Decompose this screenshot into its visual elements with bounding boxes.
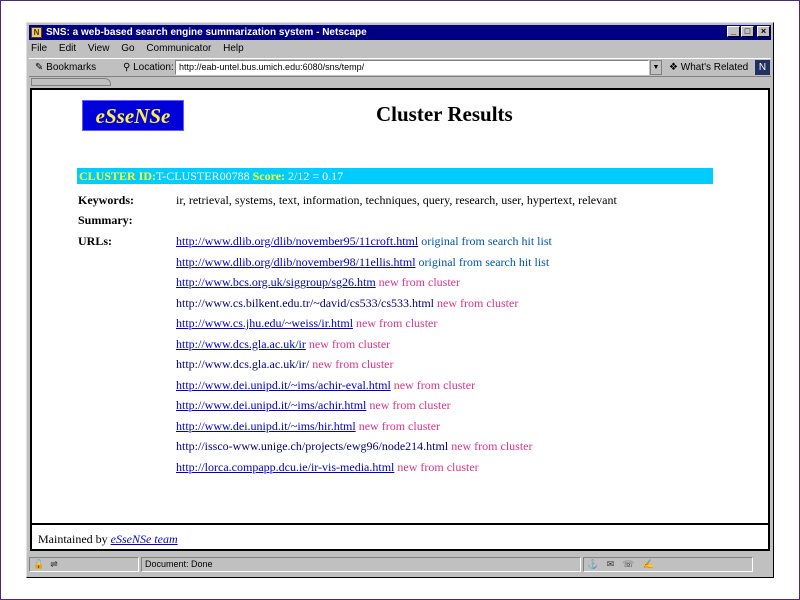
source-tag: original from search hit list bbox=[421, 234, 552, 248]
page-proxy-icon[interactable]: ⚲ bbox=[123, 62, 133, 73]
url-list-item: http://www.dei.unipd.it/~ims/hir.html ne… bbox=[176, 418, 552, 439]
source-tag: new from cluster bbox=[369, 398, 451, 412]
menu-communicator[interactable]: Communicator bbox=[146, 43, 211, 54]
footer-text: Maintained by bbox=[38, 532, 108, 546]
maximize-button[interactable]: □ bbox=[741, 26, 754, 37]
menu-bar: File Edit View Go Communicator Help bbox=[31, 41, 253, 57]
result-link[interactable]: http://www.dcs.gla.ac.uk/ir bbox=[176, 337, 306, 351]
url-list-item: http://www.cs.bilkent.edu.tr/~david/cs53… bbox=[176, 295, 552, 316]
url-list-item: http://issco-www.unige.ch/projects/ewg96… bbox=[176, 438, 552, 459]
url-list-item: http://www.dcs.gla.ac.uk/ir new from clu… bbox=[176, 336, 552, 357]
discussion-icon[interactable]: ☏ bbox=[623, 558, 634, 571]
score-value: 2/12 = 0.17 bbox=[288, 169, 344, 183]
url-list-item: http://www.dcs.gla.ac.uk/ir/ new from cl… bbox=[176, 356, 552, 377]
mail-icon[interactable]: ✉ bbox=[607, 558, 615, 571]
whats-related-button[interactable]: ❖ What's Related bbox=[669, 61, 748, 75]
url-list-item: http://lorca.compapp.dcu.ie/ir-vis-media… bbox=[176, 459, 552, 480]
url-input[interactable]: http://eab-untel.bus.umich.edu:6080/sns/… bbox=[175, 60, 649, 75]
source-tag: new from cluster bbox=[308, 336, 391, 351]
menu-view[interactable]: View bbox=[88, 43, 110, 54]
result-link[interactable]: http://www.dei.unipd.it/~ims/achir.html bbox=[176, 398, 366, 412]
source-tag: new from cluster bbox=[312, 357, 394, 371]
footer: Maintained by eSseNSe team bbox=[38, 531, 178, 547]
menu-help[interactable]: Help bbox=[223, 43, 244, 54]
netscape-throbber-icon[interactable]: N bbox=[755, 60, 770, 75]
source-tag: new from cluster bbox=[356, 316, 438, 330]
browser-window: N SNS: a web-based search engine summari… bbox=[26, 22, 774, 578]
result-link[interactable]: http://www.cs.bilkent.edu.tr/~david/cs53… bbox=[176, 296, 434, 310]
related-icon: ❖ bbox=[669, 62, 681, 73]
footer-divider bbox=[32, 523, 768, 525]
location-toolbar: ✎ Bookmarks ⚲ Location: http://eab-untel… bbox=[29, 58, 771, 77]
close-button[interactable]: × bbox=[757, 26, 770, 37]
url-list-item: http://www.cs.jhu.edu/~weiss/ir.html new… bbox=[176, 315, 552, 336]
source-tag: new from cluster bbox=[378, 275, 460, 289]
source-tag: new from cluster bbox=[437, 295, 519, 310]
security-cell: 🔓 ⇌ bbox=[29, 557, 139, 572]
result-link[interactable]: http://www.dei.unipd.it/~ims/hir.html bbox=[176, 419, 356, 433]
team-link[interactable]: eSseNSe team bbox=[111, 532, 178, 546]
url-list-item: http://www.dei.unipd.it/~ims/achir.html … bbox=[176, 397, 552, 418]
score-label: Score: bbox=[252, 169, 286, 183]
source-tag: new from cluster bbox=[393, 377, 476, 392]
security-lock-icon[interactable]: 🔓 bbox=[33, 558, 44, 571]
bookmark-icon: ✎ bbox=[35, 62, 47, 73]
navigator-icon[interactable]: ⚓ bbox=[587, 558, 598, 571]
urls-label: URLs: bbox=[78, 234, 113, 248]
online-icon[interactable]: ⇌ bbox=[50, 558, 58, 571]
summary-label: Summary: bbox=[78, 213, 133, 227]
location-label: ⚲ Location: bbox=[123, 62, 174, 73]
toolbar-collapse-handle[interactable] bbox=[31, 78, 111, 86]
composer-icon[interactable]: ✍ bbox=[643, 558, 654, 571]
source-tag: original from search hit list bbox=[418, 254, 550, 269]
minimize-button[interactable]: _ bbox=[727, 26, 740, 37]
url-list-item: http://www.dei.unipd.it/~ims/achir-eval.… bbox=[176, 377, 552, 398]
result-link[interactable]: http://www.dei.unipd.it/~ims/achir-eval.… bbox=[176, 378, 391, 392]
chevron-down-icon[interactable]: ▼ bbox=[650, 60, 662, 75]
result-link[interactable]: http://www.bcs.org.uk/siggroup/sg26.htm bbox=[176, 275, 376, 289]
keywords-label: Keywords: bbox=[78, 193, 134, 207]
url-list-item: http://www.dlib.org/dlib/november98/11el… bbox=[176, 254, 552, 275]
result-link[interactable]: http://www.dlib.org/dlib/november95/11cr… bbox=[176, 234, 418, 248]
url-list: http://www.dlib.org/dlib/november95/11cr… bbox=[176, 233, 552, 479]
menu-file[interactable]: File bbox=[31, 43, 47, 54]
netscape-icon: N bbox=[31, 27, 42, 38]
menu-edit[interactable]: Edit bbox=[59, 43, 76, 54]
page-content: eSseNSe Cluster Results CLUSTER ID:T-CLU… bbox=[30, 88, 770, 551]
component-bar: ⚓ ✉ ☏ ✍ bbox=[583, 557, 753, 572]
result-link[interactable]: http://www.dcs.gla.ac.uk/ir/ bbox=[176, 357, 309, 371]
result-link[interactable]: http://lorca.compapp.dcu.ie/ir-vis-media… bbox=[176, 460, 394, 474]
status-text: Document: Done bbox=[141, 557, 581, 572]
cluster-id-value: T-CLUSTER00788 bbox=[156, 169, 250, 183]
url-list-item: http://www.dlib.org/dlib/november95/11cr… bbox=[176, 233, 552, 254]
result-link[interactable]: http://issco-www.unige.ch/projects/ewg96… bbox=[176, 439, 448, 453]
url-list-item: http://www.bcs.org.uk/siggroup/sg26.htm … bbox=[176, 274, 552, 295]
source-tag: new from cluster bbox=[397, 459, 479, 474]
menu-go[interactable]: Go bbox=[121, 43, 134, 54]
cluster-id-label: CLUSTER ID: bbox=[79, 169, 157, 183]
toolbar-collapse-strip bbox=[29, 77, 771, 86]
source-tag: new from cluster bbox=[358, 418, 441, 433]
result-link[interactable]: http://www.cs.jhu.edu/~weiss/ir.html bbox=[176, 316, 353, 330]
title-bar[interactable]: N SNS: a web-based search engine summari… bbox=[29, 25, 771, 40]
cluster-header: CLUSTER ID:T-CLUSTER00788 Score: 2/12 = … bbox=[77, 168, 713, 184]
essense-logo: eSseNSe bbox=[82, 100, 184, 131]
page-title: Cluster Results bbox=[376, 102, 513, 126]
window-title: SNS: a web-based search engine summariza… bbox=[46, 27, 367, 38]
source-tag: new from cluster bbox=[451, 439, 533, 453]
result-link[interactable]: http://www.dlib.org/dlib/november98/11el… bbox=[176, 255, 416, 269]
bookmarks-button[interactable]: ✎ Bookmarks bbox=[35, 61, 96, 75]
keywords-value: ir, retrieval, systems, text, informatio… bbox=[176, 193, 617, 207]
status-bar: 🔓 ⇌ Document: Done ⚓ ✉ ☏ ✍ bbox=[29, 556, 771, 574]
